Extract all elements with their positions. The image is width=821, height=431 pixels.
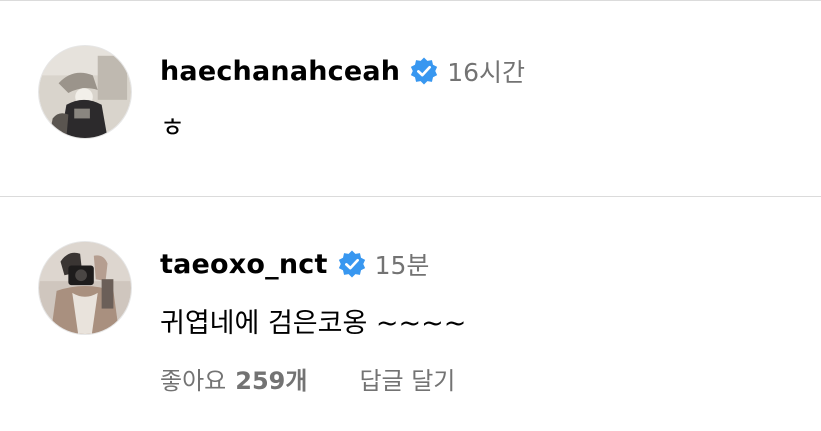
comment-header: haechanahceah 16시간 <box>160 51 525 91</box>
timestamp: 15분 <box>374 251 430 280</box>
likes-label: 좋아요 <box>160 367 227 395</box>
comment-text: ㅎ <box>160 113 185 144</box>
profile-photo-icon <box>39 242 131 334</box>
username[interactable]: taeoxo_nct <box>160 249 328 280</box>
likes-count: 259개 <box>235 367 308 395</box>
likes-button[interactable]: 좋아요 259개 <box>160 361 307 396</box>
verified-badge-icon <box>409 56 439 86</box>
reply-button[interactable]: 답글 달기 <box>359 361 455 396</box>
comment-text: 귀엽네에 검은코옹 ~~~~ <box>160 308 467 339</box>
username[interactable]: haechanahceah <box>160 56 400 87</box>
comment-header: taeoxo_nct 15분 <box>160 244 429 284</box>
avatar[interactable] <box>38 45 132 139</box>
avatar[interactable] <box>38 241 132 335</box>
verified-badge-icon <box>337 249 367 279</box>
profile-photo-icon <box>39 46 131 138</box>
comment-item: taeoxo_nct 15분 귀엽네에 검은코옹 ~~~~ 좋아요 259개 답… <box>0 197 821 431</box>
comment-actions: 좋아요 259개 답글 달기 <box>160 361 455 396</box>
timestamp: 16시간 <box>447 58 526 87</box>
comment-item: haechanahceah 16시간 ㅎ <box>0 0 821 196</box>
